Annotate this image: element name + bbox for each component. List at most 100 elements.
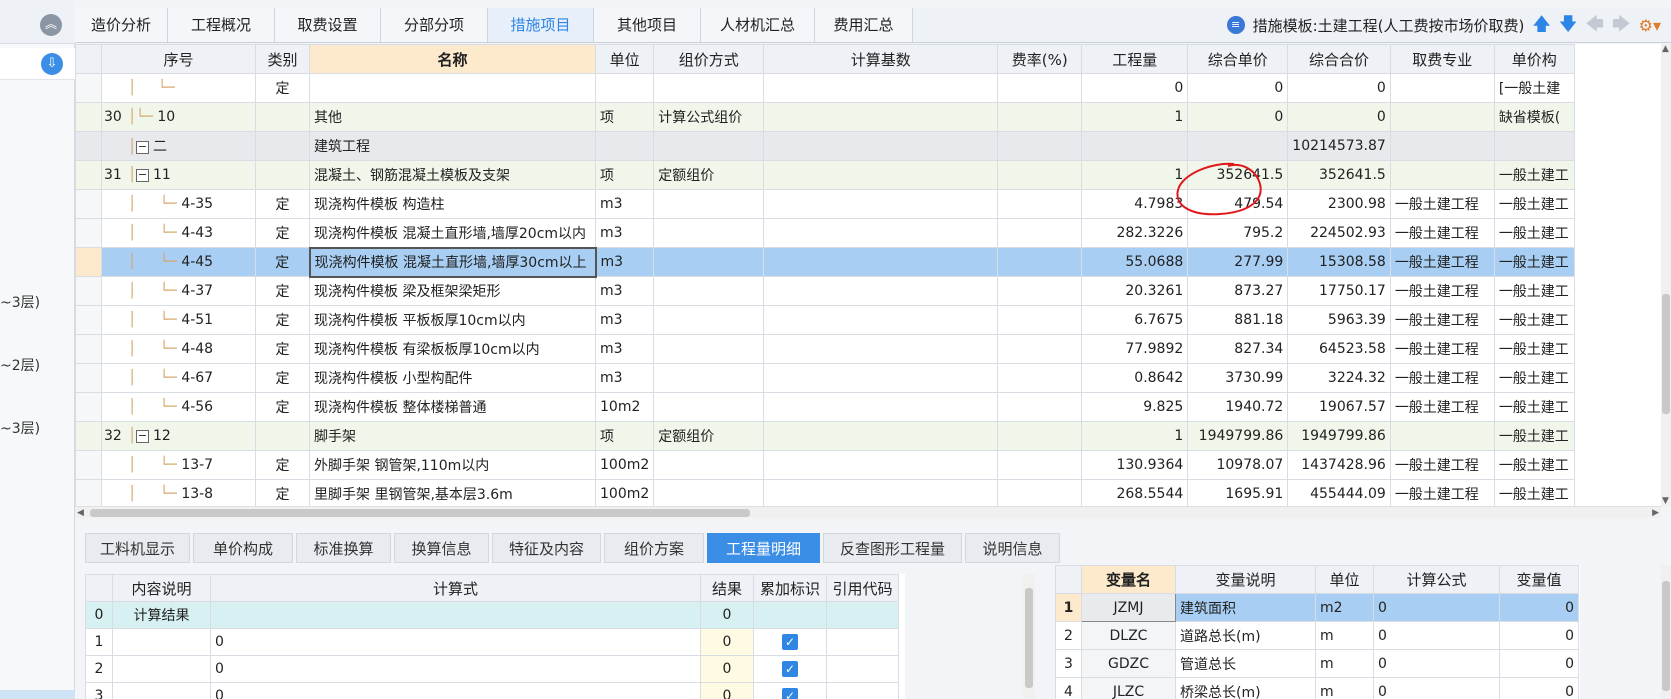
row-specialty-cell[interactable]: 一般土建工程 [1389,450,1495,480]
row-accumulate-cell[interactable] [753,601,827,629]
row-base-cell[interactable] [763,218,999,248]
row-unit-cell[interactable]: 项 [594,160,655,190]
row-specialty-cell[interactable]: 一般土建工程 [1389,247,1495,277]
row-type-cell[interactable]: 定 [255,189,310,219]
row-ref-code-cell[interactable] [826,682,899,699]
row-var-desc-cell[interactable]: 道路总长(m) [1175,621,1316,650]
row-name-cell[interactable]: 现浇构件模板 平板板厚10cm以内 [309,305,596,335]
table-row[interactable]: │ └─ 4-56 定现浇构件模板 整体楼梯普通 10m2 9.825 1940.72 19… [75,392,1575,422]
row-unit-cell[interactable] [594,73,655,103]
row-base-cell[interactable] [763,247,999,277]
row-number-cell[interactable]: │ └─ 13-8 [101,479,256,506]
row-ref-code-cell[interactable] [826,655,899,683]
row-unit-price-cell[interactable]: 0 [1187,73,1289,103]
row-base-cell[interactable] [763,131,999,161]
row-header-cell[interactable] [75,189,102,219]
row-rate-cell[interactable] [997,131,1083,161]
row-rate-cell[interactable] [997,450,1083,480]
row-specialty-cell[interactable] [1389,160,1495,190]
row-index-cell[interactable]: 2 [1055,621,1082,650]
row-type-cell[interactable] [255,102,310,132]
row-var-code-cell[interactable]: JZMJ [1081,593,1176,622]
row-unit-price-cell[interactable]: 881.18 [1187,305,1289,335]
col-header-result[interactable]: 结果 [700,574,754,602]
row-base-cell[interactable] [763,450,999,480]
row-number-cell[interactable]: 30 │└─ 10 [101,102,256,132]
tab-measures[interactable]: 措施项目 [488,8,594,42]
row-name-cell[interactable] [309,73,596,103]
row-name-cell[interactable]: 外脚手架 钢管架,110m以内 [309,450,596,480]
row-formula-cell[interactable]: 0 [210,682,701,699]
col-header-rate[interactable]: 费率(%) [997,44,1083,74]
move-down-icon[interactable]: 🡇 [1559,16,1578,34]
row-structure-cell[interactable] [1493,131,1575,161]
row-number-cell[interactable]: │ └─ 4-56 [101,392,256,422]
row-var-value-cell[interactable]: 0 [1499,649,1579,678]
row-unit-cell[interactable]: 10m2 [594,392,655,422]
row-specialty-cell[interactable]: 一般土建工程 [1389,363,1495,393]
row-type-cell[interactable]: 定 [255,218,310,248]
row-unit-cell[interactable]: m3 [594,247,655,277]
row-var-value-cell[interactable]: 0 [1499,593,1579,622]
row-name-cell[interactable]: 现浇构件模板 混凝土直形墙,墙厚20cm以内 [309,218,596,248]
row-specialty-cell[interactable] [1389,421,1495,451]
table-row[interactable]: 3 0 0 ✓ [85,682,899,699]
row-base-cell[interactable] [763,392,999,422]
row-header-cell[interactable] [75,479,102,506]
row-var-desc-cell[interactable]: 建筑面积 [1175,593,1316,622]
scroll-down-icon[interactable]: ▼ [1662,496,1669,506]
table-row[interactable]: │ └─ 4-51 定现浇构件模板 平板板厚10cm以内 m3 6.7675 881.18… [75,305,1575,335]
row-var-formula-cell[interactable]: 0 [1373,621,1500,650]
row-structure-cell[interactable]: 缺省模板( [1493,102,1575,132]
row-rate-cell[interactable] [997,392,1083,422]
col-header-unit[interactable]: 单位 [594,44,655,74]
row-header-cell[interactable] [75,363,102,393]
row-unit-price-cell[interactable]: 277.99 [1187,247,1289,277]
tab-cost-analysis[interactable]: 造价分析 [75,8,168,42]
row-total-cell[interactable]: 17750.17 [1287,276,1391,306]
row-description-cell[interactable] [112,655,211,683]
row-rate-cell[interactable] [997,334,1083,364]
row-accumulate-cell[interactable]: ✓ [753,655,827,683]
table-row[interactable]: 1 0 0 ✓ [85,628,899,656]
row-method-cell[interactable] [653,218,765,248]
row-structure-cell[interactable]: 一般土建工 [1493,305,1575,335]
row-var-value-cell[interactable]: 0 [1499,677,1579,699]
row-type-cell[interactable]: 定 [255,334,310,364]
row-type-cell[interactable]: 定 [255,450,310,480]
row-unit-price-cell[interactable]: 10978.07 [1187,450,1289,480]
row-method-cell[interactable]: 定额组价 [653,421,765,451]
row-structure-cell[interactable]: 一般土建工 [1493,160,1575,190]
row-unit-price-cell[interactable]: 0 [1187,102,1289,132]
row-name-cell[interactable]: 脚手架 [309,421,596,451]
row-number-cell[interactable]: │ └─ 4-51 [101,305,256,335]
row-specialty-cell[interactable] [1389,131,1495,161]
row-var-desc-cell[interactable]: 桥梁总长(m) [1175,677,1316,699]
detail-vertical-scrollbar[interactable] [1023,574,1035,699]
row-name-cell[interactable]: 其他 [309,102,596,132]
row-header-cell[interactable] [75,334,102,364]
row-rate-cell[interactable] [997,305,1083,335]
row-name-cell[interactable]: 混凝土、钢筋混凝土模板及支架 [309,160,596,190]
row-base-cell[interactable] [763,305,999,335]
row-unit-cell[interactable]: 100m2 [594,479,655,506]
col-header-base[interactable]: 计算基数 [763,44,999,74]
row-rate-cell[interactable] [997,363,1083,393]
table-row[interactable]: 4 JLZC 桥梁总长(m) m 0 0 [1055,677,1579,699]
scroll-thumb[interactable] [1662,294,1670,414]
scroll-left-icon[interactable]: ◀ [77,508,84,518]
table-row[interactable]: 30 │└─ 10 其他项计算公式组价 1 0 0 缺省模板( [75,102,1575,132]
table-row[interactable]: │ └─ 13-8 定里脚手架 里钢管架,基本层3.6m 100m2 268.5544 1… [75,479,1575,506]
scroll-thumb[interactable] [90,509,750,517]
row-name-cell[interactable]: 现浇构件模板 整体楼梯普通 [309,392,596,422]
row-structure-cell[interactable]: 一般土建工 [1493,421,1575,451]
tab-features[interactable]: 特征及内容 [492,533,601,563]
row-quantity-cell[interactable]: 20.3261 [1081,276,1189,306]
col-header-accumulate[interactable]: 累加标识 [753,574,827,602]
row-formula-cell[interactable]: 0 [210,628,701,656]
tab-sub-items[interactable]: 分部分项 [381,8,488,42]
row-base-cell[interactable] [763,73,999,103]
row-ref-code-cell[interactable] [826,628,899,656]
row-quantity-cell[interactable]: 55.0688 [1081,247,1189,277]
row-header-cell[interactable] [75,305,102,335]
